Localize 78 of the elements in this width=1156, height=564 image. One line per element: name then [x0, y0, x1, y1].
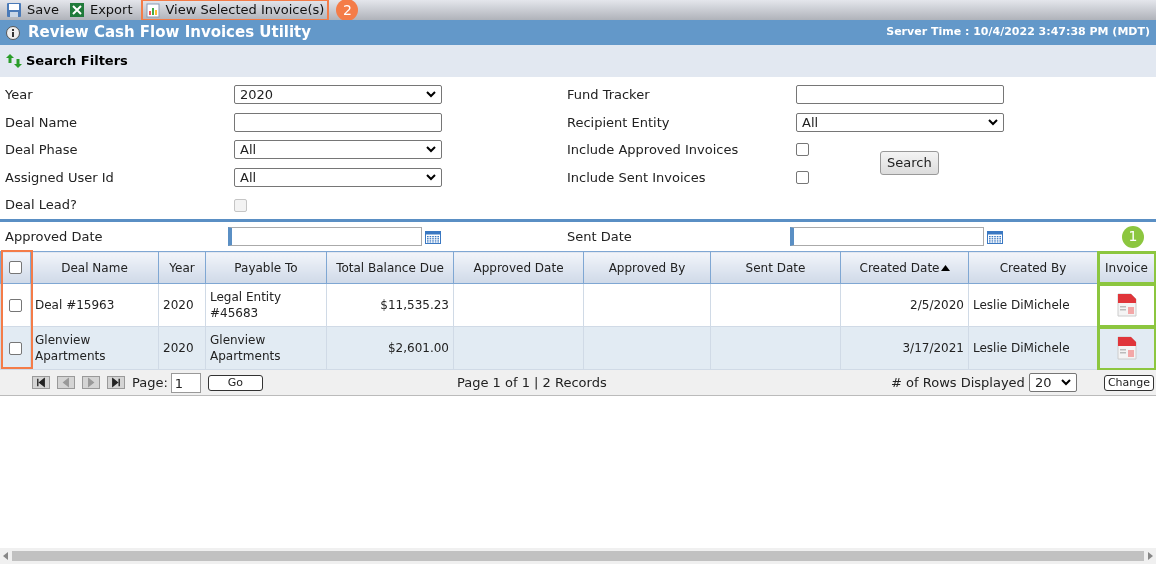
- annotation-badge: 2: [336, 0, 359, 21]
- table-cell: $2,601.00: [326, 326, 454, 370]
- table-cell: Glenview Apartments: [30, 326, 159, 370]
- table-cell: 2020: [158, 283, 206, 327]
- table-cell: 2020: [158, 326, 206, 370]
- scroll-left-icon[interactable]: [2, 552, 10, 560]
- column-header[interactable]: Total Balance Due: [326, 251, 454, 284]
- scroll-right-icon[interactable]: [1146, 552, 1154, 560]
- table-cell: $11,535.23: [326, 283, 454, 327]
- field-label: Fund Tracker: [567, 86, 651, 105]
- go-button[interactable]: Go: [207, 374, 263, 391]
- first-page-icon[interactable]: [32, 376, 50, 389]
- page-label: Page:: [132, 373, 168, 392]
- pdf-file-icon[interactable]: [1116, 293, 1137, 317]
- column-header[interactable]: Deal Name: [30, 251, 159, 284]
- dropdown[interactable]: All: [796, 112, 1004, 132]
- page-summary: Page 1 of 1 | 2 Records: [457, 373, 608, 392]
- field-label: Assigned User Id: [5, 168, 115, 187]
- dropdown[interactable]: 2020: [234, 85, 442, 105]
- field-label: Deal Phase: [5, 141, 79, 160]
- pdf-file-icon[interactable]: [1116, 336, 1137, 360]
- date-field[interactable]: [228, 227, 422, 246]
- checkbox[interactable]: [9, 341, 22, 355]
- last-page-icon[interactable]: [107, 376, 125, 389]
- table-cell: Deal #15963: [30, 283, 159, 327]
- spreadsheet-icon: [68, 2, 85, 18]
- page-title: Review Cash Flow Invoices Utility: [28, 22, 312, 44]
- chevron-down-icon: [988, 118, 998, 126]
- dropdown[interactable]: 20: [1028, 373, 1077, 392]
- field-label: Recipient Entity: [567, 113, 671, 132]
- checkbox[interactable]: [796, 143, 809, 157]
- field-label: Approved Date: [5, 227, 104, 246]
- column-header[interactable]: Created By: [968, 251, 1098, 284]
- table-cell: 3/17/2021: [840, 326, 969, 370]
- search-button[interactable]: Search: [880, 151, 939, 175]
- field-label: Include Approved Invoices: [567, 141, 740, 160]
- rows-label: # of Rows Displayed: [891, 373, 1025, 392]
- chevron-down-icon: [426, 146, 436, 154]
- table-cell: Legal Entity #45683: [205, 283, 327, 327]
- annotation-badge: 1: [1122, 225, 1144, 248]
- checkbox[interactable]: [9, 298, 22, 312]
- column-header[interactable]: Approved Date: [453, 251, 584, 284]
- field-label: Include Sent Invoices: [567, 168, 707, 187]
- section-title: Search Filters: [26, 52, 128, 71]
- column-header[interactable]: Sent Date: [710, 251, 841, 284]
- horizontal-scrollbar[interactable]: [0, 548, 1156, 564]
- checkbox[interactable]: [9, 261, 22, 274]
- table-cell: 2/5/2020: [840, 283, 969, 327]
- column-header[interactable]: Approved By: [583, 251, 711, 284]
- dropdown[interactable]: All: [234, 168, 442, 188]
- calendar-icon[interactable]: [425, 229, 441, 244]
- field-label: Deal Name: [5, 113, 79, 132]
- column-header[interactable]: Invoice: [1097, 251, 1156, 284]
- input-field[interactable]: [796, 85, 1004, 105]
- chevron-down-icon: [1060, 379, 1071, 386]
- chevron-down-icon: [426, 91, 436, 99]
- chevron-down-icon: [426, 174, 436, 182]
- date-field[interactable]: [790, 227, 984, 246]
- table-cell: Glenview Apartments: [205, 326, 327, 370]
- checkbox[interactable]: [796, 171, 809, 185]
- change-button[interactable]: Change: [1103, 374, 1154, 391]
- toolbar-button[interactable]: Save: [6, 0, 59, 20]
- field-label: Year: [5, 86, 34, 105]
- toolbar-button[interactable]: Export: [68, 0, 133, 20]
- info-icon: [6, 25, 20, 40]
- chart-document-icon: [146, 2, 161, 18]
- column-header[interactable]: Year: [158, 251, 206, 284]
- sort-arrows-icon[interactable]: [6, 53, 22, 69]
- toolbar-button[interactable]: View Selected Invoice(s): [142, 0, 329, 20]
- column-header[interactable]: Payable To: [205, 251, 327, 284]
- page-input[interactable]: 1: [170, 372, 201, 393]
- server-time: Server Time : 10/4/2022 3:47:38 PM (MDT): [886, 24, 1150, 41]
- field-label: Sent Date: [567, 227, 633, 246]
- column-header[interactable]: Created Date: [840, 251, 969, 284]
- field-label: Deal Lead?: [5, 196, 78, 215]
- input-field[interactable]: [234, 112, 442, 132]
- calendar-icon[interactable]: [987, 229, 1003, 244]
- dropdown[interactable]: All: [234, 140, 442, 160]
